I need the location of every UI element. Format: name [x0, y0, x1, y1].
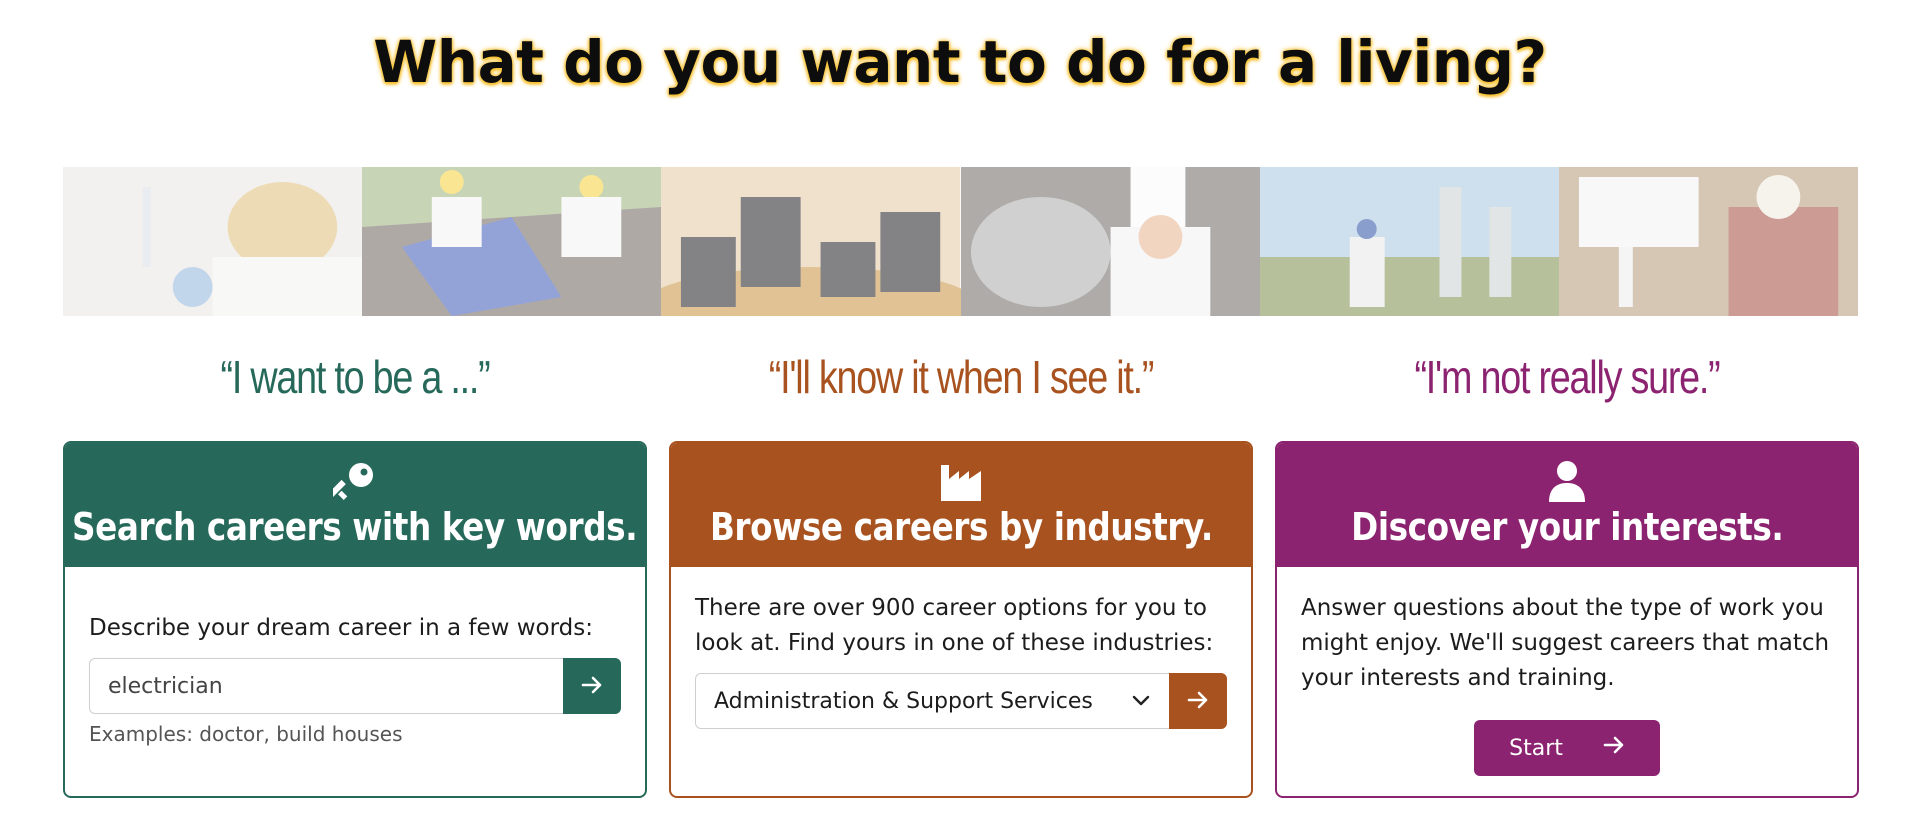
search-card-title: Search careers with key words. — [72, 505, 638, 549]
discover-card-header: Discover your interests. — [1277, 443, 1857, 567]
search-card-header: Search careers with key words. — [65, 443, 645, 567]
browse-submit-button[interactable] — [1169, 673, 1227, 729]
career-photo-strip — [63, 167, 1859, 316]
photo-chef — [960, 167, 1260, 316]
quote-want-to-be: “I want to be a ...” — [220, 351, 491, 403]
arrow-right-icon — [1603, 734, 1625, 762]
start-button[interactable]: Start — [1474, 720, 1660, 776]
browse-careers-card: Browse careers by industry. There are ov… — [669, 441, 1253, 798]
page-title: What do you want to do for a living? — [373, 28, 1547, 96]
search-submit-button[interactable] — [563, 658, 621, 714]
industry-select-value: Administration & Support Services — [714, 688, 1093, 714]
photo-lab-scientist — [63, 167, 363, 316]
photo-solar-workers — [362, 167, 662, 316]
discover-interests-card: Discover your interests. Answer question… — [1275, 441, 1859, 798]
industry-select[interactable]: Administration & Support Services — [695, 673, 1169, 729]
key-icon — [331, 459, 379, 503]
chevron-down-icon — [1131, 684, 1151, 719]
arrow-right-icon — [581, 674, 603, 699]
search-examples-hint: Examples: doctor, build houses — [89, 722, 403, 746]
photo-plant-worker — [1259, 167, 1559, 316]
start-button-label: Start — [1509, 735, 1563, 761]
user-icon — [1543, 459, 1591, 503]
discover-description: Answer questions about the type of work … — [1301, 595, 1830, 691]
industry-icon — [937, 459, 985, 503]
photo-business-meeting — [661, 167, 961, 316]
search-prompt: Describe your dream career in a few word… — [89, 615, 594, 641]
search-careers-card: Search careers with key words. Describe … — [63, 441, 647, 798]
browse-card-header: Browse careers by industry. — [671, 443, 1251, 567]
photo-plumber — [1558, 167, 1859, 316]
quote-not-sure: “I'm not really sure.” — [1414, 351, 1720, 403]
quote-know-when-see: “I'll know it when I see it.” — [768, 351, 1155, 403]
career-keyword-input[interactable] — [89, 658, 563, 714]
arrow-right-icon — [1187, 689, 1209, 714]
browse-card-title: Browse careers by industry. — [709, 505, 1213, 549]
browse-description: There are over 900 career options for yo… — [695, 595, 1214, 656]
discover-card-title: Discover your interests. — [1350, 505, 1784, 549]
